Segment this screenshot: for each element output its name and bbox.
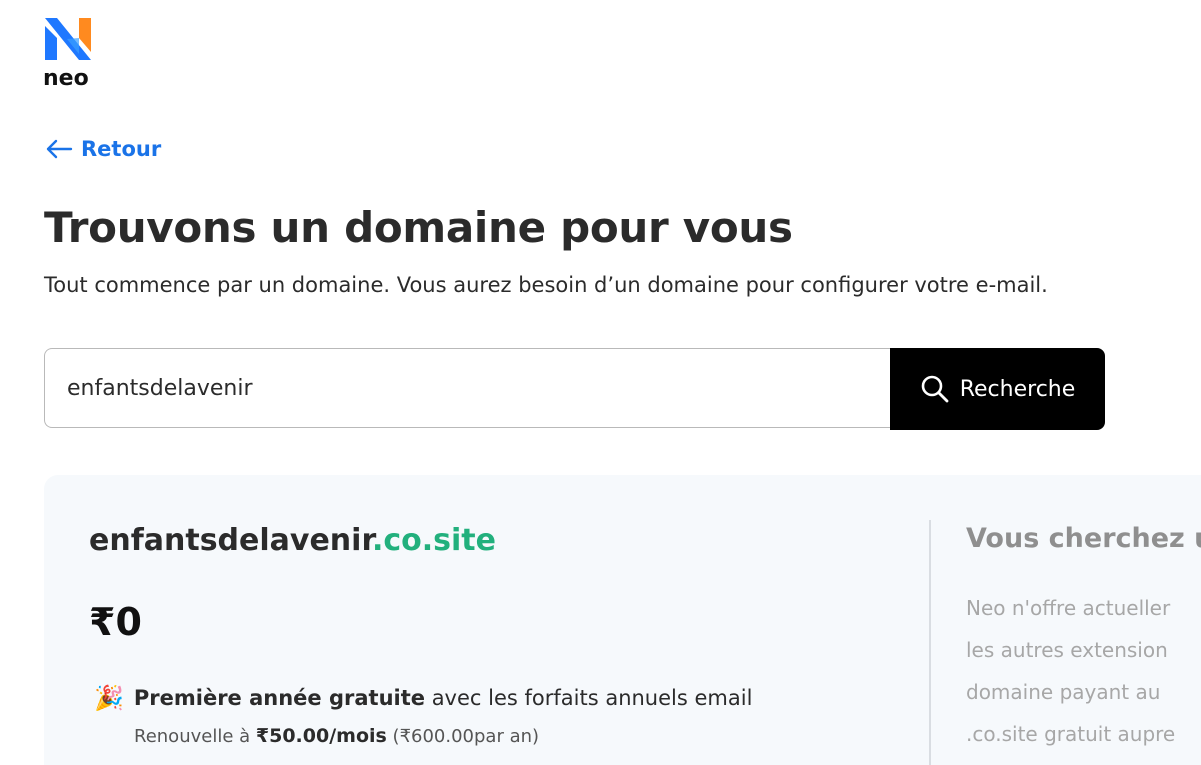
back-label: Retour	[81, 137, 162, 161]
arrow-left-icon	[46, 139, 73, 159]
page-title: Trouvons un domaine pour vous	[44, 203, 793, 252]
domain-name: enfantsdelavenir	[89, 523, 372, 558]
domain-result-name: enfantsdelavenir.co.site	[89, 523, 496, 558]
card-divider	[929, 520, 931, 765]
renewal-line: Renouvelle à ₹50.00/mois (₹600.00par an)	[134, 725, 539, 747]
renew-prefix: Renouvelle à	[134, 726, 256, 747]
side-title: Vous cherchez u	[966, 523, 1201, 554]
page-subtitle: Tout commence par un domaine. Vous aurez…	[44, 273, 1048, 297]
search-icon	[921, 375, 949, 403]
domain-tld: .co.site	[371, 523, 496, 558]
search-button-label: Recherche	[959, 376, 1076, 402]
renew-price: ₹50.00/mois	[255, 725, 387, 747]
side-description: Neo n'offre actueller les autres extensi…	[966, 587, 1175, 755]
promo-bold: Première année gratuite	[133, 686, 426, 710]
party-popper-icon: 🎉	[94, 684, 124, 712]
back-link[interactable]: Retour	[45, 137, 161, 161]
search-button[interactable]: Recherche	[890, 348, 1105, 430]
promo-rest: avec les forfaits annuels email	[425, 686, 753, 710]
side-line: les autres extension	[966, 638, 1168, 662]
brand-name: neo	[43, 66, 89, 91]
domain-search-input[interactable]	[44, 348, 890, 428]
domain-result-card: enfantsdelavenir.co.site ₹0 🎉 Première a…	[44, 475, 1201, 765]
neo-logo-icon	[45, 18, 91, 60]
side-line: .co.site gratuit aupre	[966, 722, 1176, 746]
promo-line: 🎉 Première année gratuite avec les forfa…	[94, 683, 752, 713]
side-line: Neo n'offre actueller	[966, 596, 1171, 620]
domain-price: ₹0	[89, 600, 142, 644]
promo-text: Première année gratuite avec les forfait…	[134, 686, 753, 710]
neo-logo: neo	[43, 16, 103, 92]
domain-search: Recherche	[44, 348, 1106, 430]
side-line: domaine payant au	[966, 680, 1161, 704]
renew-suffix: (₹600.00par an)	[386, 726, 540, 747]
